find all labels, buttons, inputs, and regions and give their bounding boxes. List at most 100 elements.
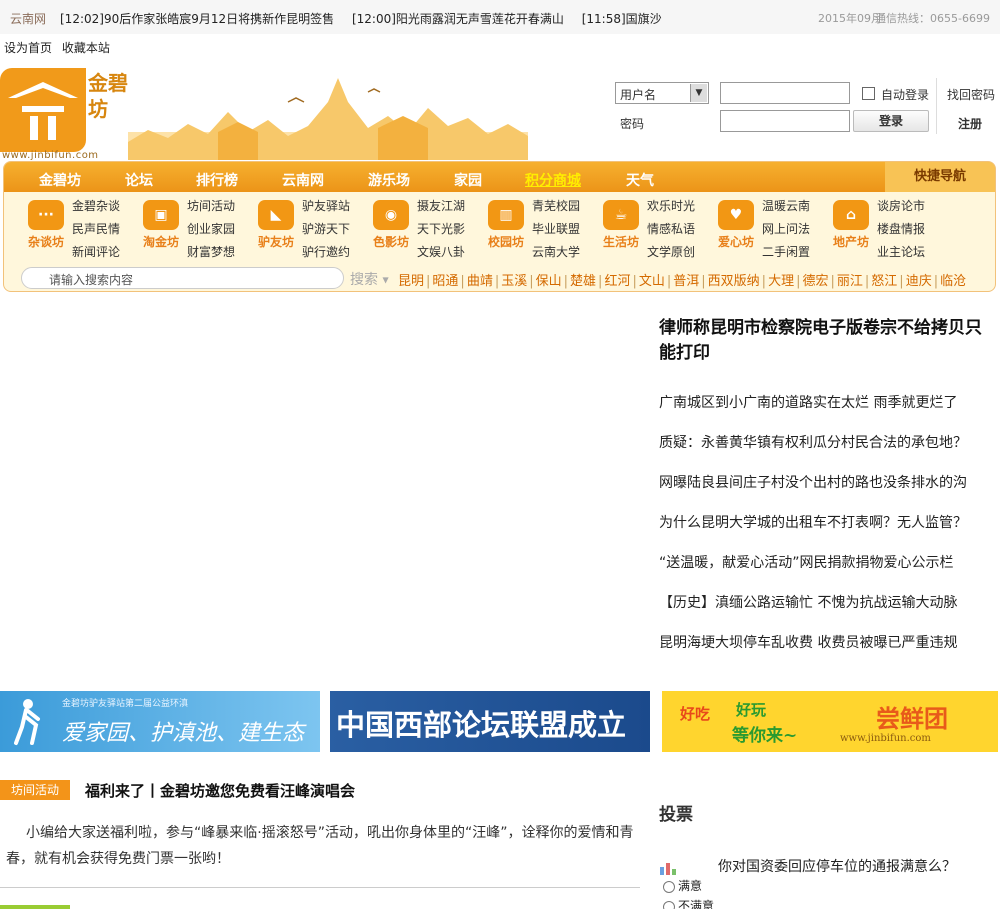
category-icon[interactable]: ▥ 校园坊: [484, 200, 528, 258]
category-link[interactable]: 云南大学: [532, 241, 580, 264]
search-button[interactable]: 搜索 ▼: [350, 269, 389, 289]
login-panel: 用户名 ▼ 密码 自动登录 找回密码 登录 注册: [600, 78, 1000, 138]
speech-bubble-icon: ···: [28, 200, 64, 230]
bookmark-link[interactable]: 收藏本站: [62, 41, 110, 55]
category-link[interactable]: 业主论坛: [877, 241, 925, 264]
category-link[interactable]: 毕业联盟: [532, 218, 580, 241]
category-icon[interactable]: ◣ 驴友坊: [254, 200, 298, 258]
city-link[interactable]: 怒江: [871, 274, 897, 289]
headline[interactable]: 律师称昆明市检察院电子版卷宗不给拷贝只能打印: [659, 316, 989, 366]
banner-forum-alliance[interactable]: 中国西部论坛联盟成立: [330, 691, 650, 752]
category-link[interactable]: 温暖云南: [762, 195, 810, 218]
category-icon[interactable]: ⌂ 地产坊: [829, 200, 873, 258]
category-link[interactable]: 情感私语: [647, 218, 695, 241]
city-link[interactable]: 曲靖: [467, 274, 493, 289]
category-icon[interactable]: ▣ 淘金坊: [139, 200, 183, 258]
category-link[interactable]: 二手闲置: [762, 241, 810, 264]
nav-item-home[interactable]: 家园: [454, 170, 482, 190]
city-link[interactable]: 普洱: [673, 274, 699, 289]
city-link[interactable]: 西双版纳: [708, 274, 760, 289]
divider: [0, 887, 640, 888]
ticker-item[interactable]: [12:00]阳光雨露润无声雪莲花开春满山: [352, 12, 564, 26]
list-item[interactable]: 广南城区到小广南的道路实在太烂 雨季就更烂了: [659, 392, 994, 432]
banner-eco-cycling[interactable]: 金碧坊驴友驿站第二届公益环滇 爱家园、护滇池、建生态: [0, 691, 320, 752]
ticker-item[interactable]: [12:02]90后作家张皓宸9月12日将携新作昆明签售: [60, 12, 334, 26]
set-homepage-link[interactable]: 设为首页: [4, 41, 52, 55]
city-link[interactable]: 迪庆: [906, 274, 932, 289]
list-item[interactable]: 质疑：永善黄华镇有权利瓜分村民合法的承包地？: [659, 432, 994, 472]
category-link[interactable]: 文娱八卦: [417, 241, 465, 264]
city-link[interactable]: 保山: [536, 274, 562, 289]
category-link[interactable]: 民声民情: [72, 218, 120, 241]
category-link[interactable]: 金碧杂谈: [72, 195, 120, 218]
nav-item-weather[interactable]: 天气: [626, 170, 654, 190]
list-item[interactable]: 网曝陆良县间庄子村没个出村的路也没条排水的沟: [659, 472, 994, 512]
ticker-item[interactable]: [11:58]国旗沙: [582, 12, 662, 26]
search-input[interactable]: 请输入搜索内容: [21, 267, 344, 289]
login-type-select[interactable]: 用户名 ▼: [615, 82, 709, 104]
find-password-link[interactable]: 找回密码: [947, 86, 995, 103]
quick-nav-button[interactable]: 快捷导航: [885, 162, 995, 192]
ticker-source[interactable]: 云南网: [10, 10, 46, 27]
category-link[interactable]: 驴游天下: [302, 218, 350, 241]
city-link[interactable]: 德宏: [802, 274, 828, 289]
city-link[interactable]: 楚雄: [570, 274, 596, 289]
nav-item-jinbifang[interactable]: 金碧坊: [39, 170, 81, 190]
list-item[interactable]: 为什么昆明大学城的出租车不打表啊？无人监管？: [659, 512, 994, 552]
category-link[interactable]: 创业家园: [187, 218, 235, 241]
category-link[interactable]: 新闻评论: [72, 241, 120, 264]
chevron-down-icon[interactable]: ▼: [690, 84, 707, 102]
list-item[interactable]: 昆明海埂大坝停车乱收费 收费员被曝已严重违规: [659, 632, 994, 672]
category-icon[interactable]: ☕ 生活坊: [599, 200, 643, 258]
book-icon: ▥: [488, 200, 524, 230]
vote-option[interactable]: 不满意: [663, 897, 714, 909]
auto-login-label: 自动登录: [881, 88, 930, 102]
vote-title: 投票: [659, 805, 693, 825]
category-icon[interactable]: ··· 杂谈坊: [24, 200, 68, 258]
category-link[interactable]: 坊间活动: [187, 195, 235, 218]
city-link[interactable]: 临沧: [940, 274, 966, 289]
city-link[interactable]: 丽江: [837, 274, 863, 289]
article-tag[interactable]: 坊间活动: [0, 780, 70, 800]
radio-button[interactable]: [663, 900, 675, 909]
category-link[interactable]: 青芜校园: [532, 195, 580, 218]
password-input[interactable]: [720, 110, 850, 132]
nav-item-forum[interactable]: 论坛: [125, 170, 153, 190]
city-separator: |: [529, 274, 534, 289]
city-link[interactable]: 昭通: [432, 274, 458, 289]
category-link[interactable]: 欢乐时光: [647, 195, 695, 218]
city-link[interactable]: 文山: [639, 274, 665, 289]
category-lvyou: ◣ 驴友坊 驴友驿站 驴游天下 驴行邀约: [242, 192, 357, 260]
city-link[interactable]: 昆明: [398, 274, 424, 289]
nav-item-points-mall[interactable]: 积分商城: [525, 170, 581, 190]
username-input[interactable]: [720, 82, 850, 104]
category-link[interactable]: 文学原创: [647, 241, 695, 264]
auto-login-checkbox[interactable]: [862, 87, 875, 100]
category-link[interactable]: 驴行邀约: [302, 241, 350, 264]
nav-item-playground[interactable]: 游乐场: [368, 170, 410, 190]
site-logo[interactable]: 金碧坊 www.jinbifun.com: [0, 68, 128, 161]
list-item[interactable]: 【历史】滇缅公路运输忙 不愧为抗战运输大动脉: [659, 592, 994, 632]
register-link[interactable]: 注册: [958, 115, 982, 132]
category-link[interactable]: 摄友江湖: [417, 195, 465, 218]
category-icon[interactable]: ◉ 色影坊: [369, 200, 413, 258]
nav-item-ranking[interactable]: 排行榜: [196, 170, 238, 190]
category-link[interactable]: 天下光影: [417, 218, 465, 241]
category-link[interactable]: 楼盘情报: [877, 218, 925, 241]
category-link[interactable]: 网上问法: [762, 218, 810, 241]
banner-food-tour[interactable]: 好吃 好玩 等你来~ 尝鲜团 www.jinbifun.com: [662, 691, 998, 752]
radio-button[interactable]: [663, 880, 675, 893]
vote-option[interactable]: 满意: [663, 877, 702, 894]
city-links: 昆明 | 昭通 | 曲靖 | 玉溪 | 保山 | 楚雄 | 红河 | 文山 | 普洱 | 西双版纳 | 大理 | 德宏 | 丽江…: [396, 270, 968, 289]
list-item[interactable]: “送温暖，献爱心活动”网民捐款捐物爱心公示栏: [659, 552, 994, 592]
city-link[interactable]: 红河: [604, 274, 630, 289]
city-link[interactable]: 大理: [768, 274, 794, 289]
city-link[interactable]: 玉溪: [501, 274, 527, 289]
login-button[interactable]: 登录: [853, 110, 929, 132]
category-link[interactable]: 财富梦想: [187, 241, 235, 264]
category-link[interactable]: 谈房论市: [877, 195, 925, 218]
category-link[interactable]: 驴友驿站: [302, 195, 350, 218]
nav-item-yunnan[interactable]: 云南网: [282, 170, 324, 190]
article-title[interactable]: 福利来了丨金碧坊邀您免费看汪峰演唱会: [85, 780, 355, 801]
category-icon[interactable]: ♥ 爱心坊: [714, 200, 758, 258]
